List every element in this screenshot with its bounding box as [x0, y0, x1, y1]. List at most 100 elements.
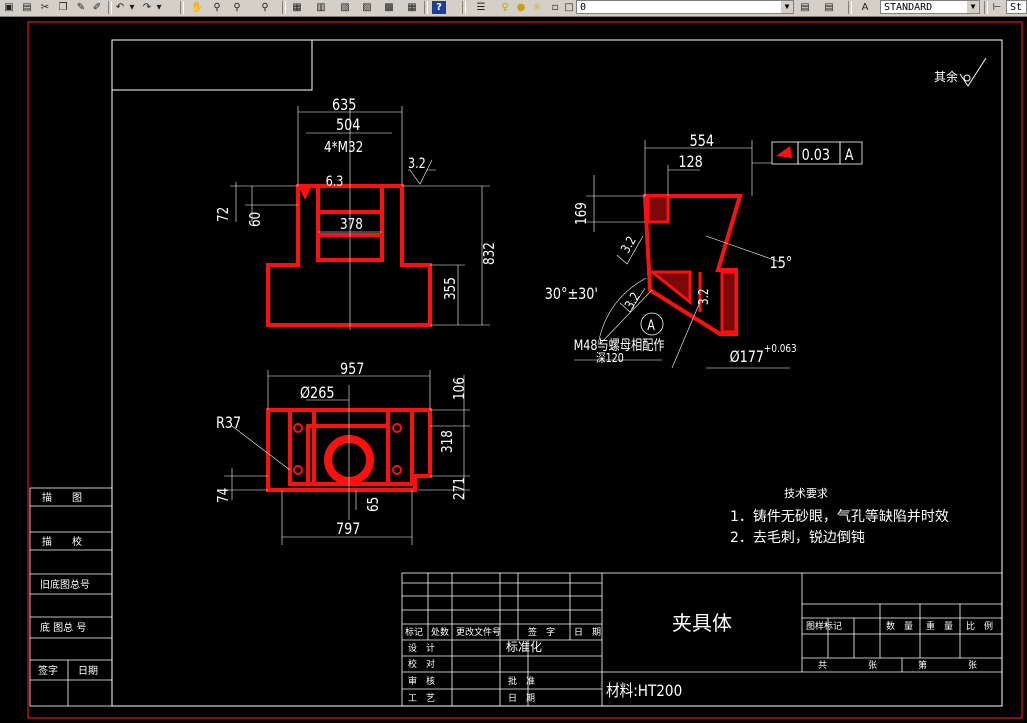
cut-icon[interactable]: ✂	[38, 1, 52, 14]
paste-icon[interactable]: ✎	[74, 1, 88, 14]
sun-icon[interactable]: ☼	[530, 1, 544, 14]
redo-icon[interactable]: ↷	[140, 1, 154, 14]
dim-271: 271	[451, 477, 469, 500]
depth-note: 深120	[596, 351, 624, 365]
part-name: 夹具体	[672, 611, 732, 635]
total-label: 共	[818, 660, 827, 671]
design-center-icon[interactable]: ▥	[314, 1, 328, 14]
undo-icon[interactable]: ↶	[113, 1, 127, 14]
col-sign: 签 字	[528, 626, 555, 638]
dim-60: 60	[247, 212, 265, 227]
toolbar-separator	[424, 1, 428, 14]
help-icon[interactable]: ?	[432, 1, 446, 14]
dim-65: 65	[365, 497, 383, 512]
top-view: 957 Ø265 R37 106 318 74 65 271 797	[215, 361, 470, 545]
stage-mark: 图样标记	[806, 620, 842, 632]
zoom-previous-icon[interactable]: ⚲	[258, 1, 272, 14]
side-section-view: A 554 128 169 3.2 3.2 3.2 15° 30°±30' M4…	[545, 133, 863, 369]
dim-style-dropdown[interactable]: St	[1006, 0, 1027, 14]
dim-r37: R37	[216, 415, 241, 433]
redo-dropdown-icon[interactable]: ▾	[155, 1, 163, 14]
dim-504: 504	[336, 117, 360, 135]
text-style-value: STANDARD	[884, 2, 933, 13]
layer-state-icon[interactable]: ♀	[498, 1, 512, 14]
pan-icon[interactable]: ✋	[190, 1, 204, 14]
dim-832: 832	[481, 242, 499, 265]
zoom-realtime-icon[interactable]: ⚲	[210, 1, 224, 14]
drawing-border	[27, 21, 1023, 719]
dim-378: 378	[340, 216, 363, 234]
roughness-32: 3.2	[408, 155, 426, 172]
match-properties-icon[interactable]: ✐	[90, 1, 104, 14]
text-style-dropdown[interactable]: STANDARD ▼	[880, 0, 980, 14]
toolbar-separator	[282, 1, 286, 14]
layer-dropdown-value: 0	[580, 2, 587, 13]
tool-palettes-icon[interactable]: ▧	[338, 1, 352, 14]
bore-dim: Ø177	[730, 349, 764, 367]
save-icon[interactable]: ▤	[20, 1, 34, 14]
layer-manager-icon[interactable]: ☰	[474, 1, 488, 14]
tech-req-line1: 1．铸件无砂眼，气孔等缺陷并时效	[730, 508, 949, 525]
open-icon[interactable]: ▣	[2, 1, 16, 14]
col-count: 处数	[431, 626, 449, 638]
row-standard: 标准化	[506, 640, 542, 654]
make-object-layer-current-icon[interactable]: ▤	[798, 1, 812, 14]
row-approve: 批 准	[508, 675, 535, 687]
sidebar-row5b: 日期	[78, 665, 98, 677]
row-date2: 日 期	[508, 693, 535, 704]
dim-128: 128	[678, 154, 702, 172]
angle-30: 30°±30'	[545, 286, 598, 304]
dim-635: 635	[332, 97, 356, 115]
dim-318: 318	[439, 430, 457, 453]
markup-icon[interactable]: ▩	[382, 1, 396, 14]
chevron-down-icon[interactable]: ▼	[781, 1, 793, 13]
dim-957: 957	[340, 361, 364, 379]
row-design: 设 计	[408, 642, 435, 654]
dim-diameter-265: Ø265	[300, 385, 334, 403]
dim-style-icon[interactable]: ⊢	[990, 1, 1004, 14]
layer-dropdown[interactable]: 0 ▼	[576, 0, 794, 14]
tolerance-frame: 0.03 A	[771, 141, 863, 165]
sheet-no-label: 第	[918, 659, 927, 671]
lock-icon[interactable]: ▫	[548, 1, 562, 14]
title-block	[401, 572, 1003, 707]
dim-797: 797	[336, 521, 360, 539]
inner-frame	[111, 39, 1003, 707]
drawing-canvas[interactable]: 其余 635 504 4*M32 6.3 3.2 72 60 378 832 3…	[0, 16, 1027, 723]
text-style-icon[interactable]: A	[858, 1, 872, 14]
dim-106: 106	[451, 377, 469, 400]
qty-label: 数 量	[886, 620, 913, 632]
dim-style-value: St	[1010, 2, 1023, 13]
color-swatch-icon[interactable]: □	[562, 1, 576, 14]
dim-355: 355	[442, 277, 460, 300]
toolbar-separator	[108, 1, 112, 14]
tech-req-line2: 2．去毛刺，锐边倒钝	[730, 530, 865, 546]
sheet-set-icon[interactable]: ▨	[360, 1, 374, 14]
tolerance-datum: A	[845, 147, 854, 165]
sidebar-row4: 底 图总 号	[40, 621, 86, 634]
sheets2-label: 张	[968, 660, 977, 671]
scale-label: 比 例	[966, 620, 993, 632]
code-box	[111, 39, 313, 91]
dim-74: 74	[215, 488, 233, 503]
sidebar-row2: 描 校	[42, 535, 82, 548]
copy-icon[interactable]: ❐	[56, 1, 70, 14]
row-check: 校 对	[408, 658, 435, 670]
tolerance-value: 0.03	[802, 147, 830, 165]
lightbulb-icon[interactable]: ●	[514, 1, 528, 14]
weight-label: 重 量	[926, 620, 953, 632]
row-review: 审 核	[408, 675, 435, 687]
layer-previous-icon[interactable]: ▤	[822, 1, 836, 14]
col-doc: 更改文件号	[456, 626, 501, 638]
zoom-window-icon[interactable]: ⚲	[230, 1, 244, 14]
perpendicularity-icon	[776, 146, 792, 158]
properties-icon[interactable]: ▦	[290, 1, 304, 14]
front-view: 635 504 4*M32 6.3 3.2 72 60 378 832 355	[215, 97, 499, 330]
col-mark: 标记	[405, 626, 423, 638]
sheets-label: 张	[868, 660, 877, 671]
sidebar-row5a: 签字	[38, 664, 58, 677]
calculator-icon[interactable]: ▦	[405, 1, 419, 14]
thread-note: 4*M32	[324, 139, 363, 157]
undo-dropdown-icon[interactable]: ▾	[128, 1, 136, 14]
chevron-down-icon[interactable]: ▼	[967, 1, 979, 13]
